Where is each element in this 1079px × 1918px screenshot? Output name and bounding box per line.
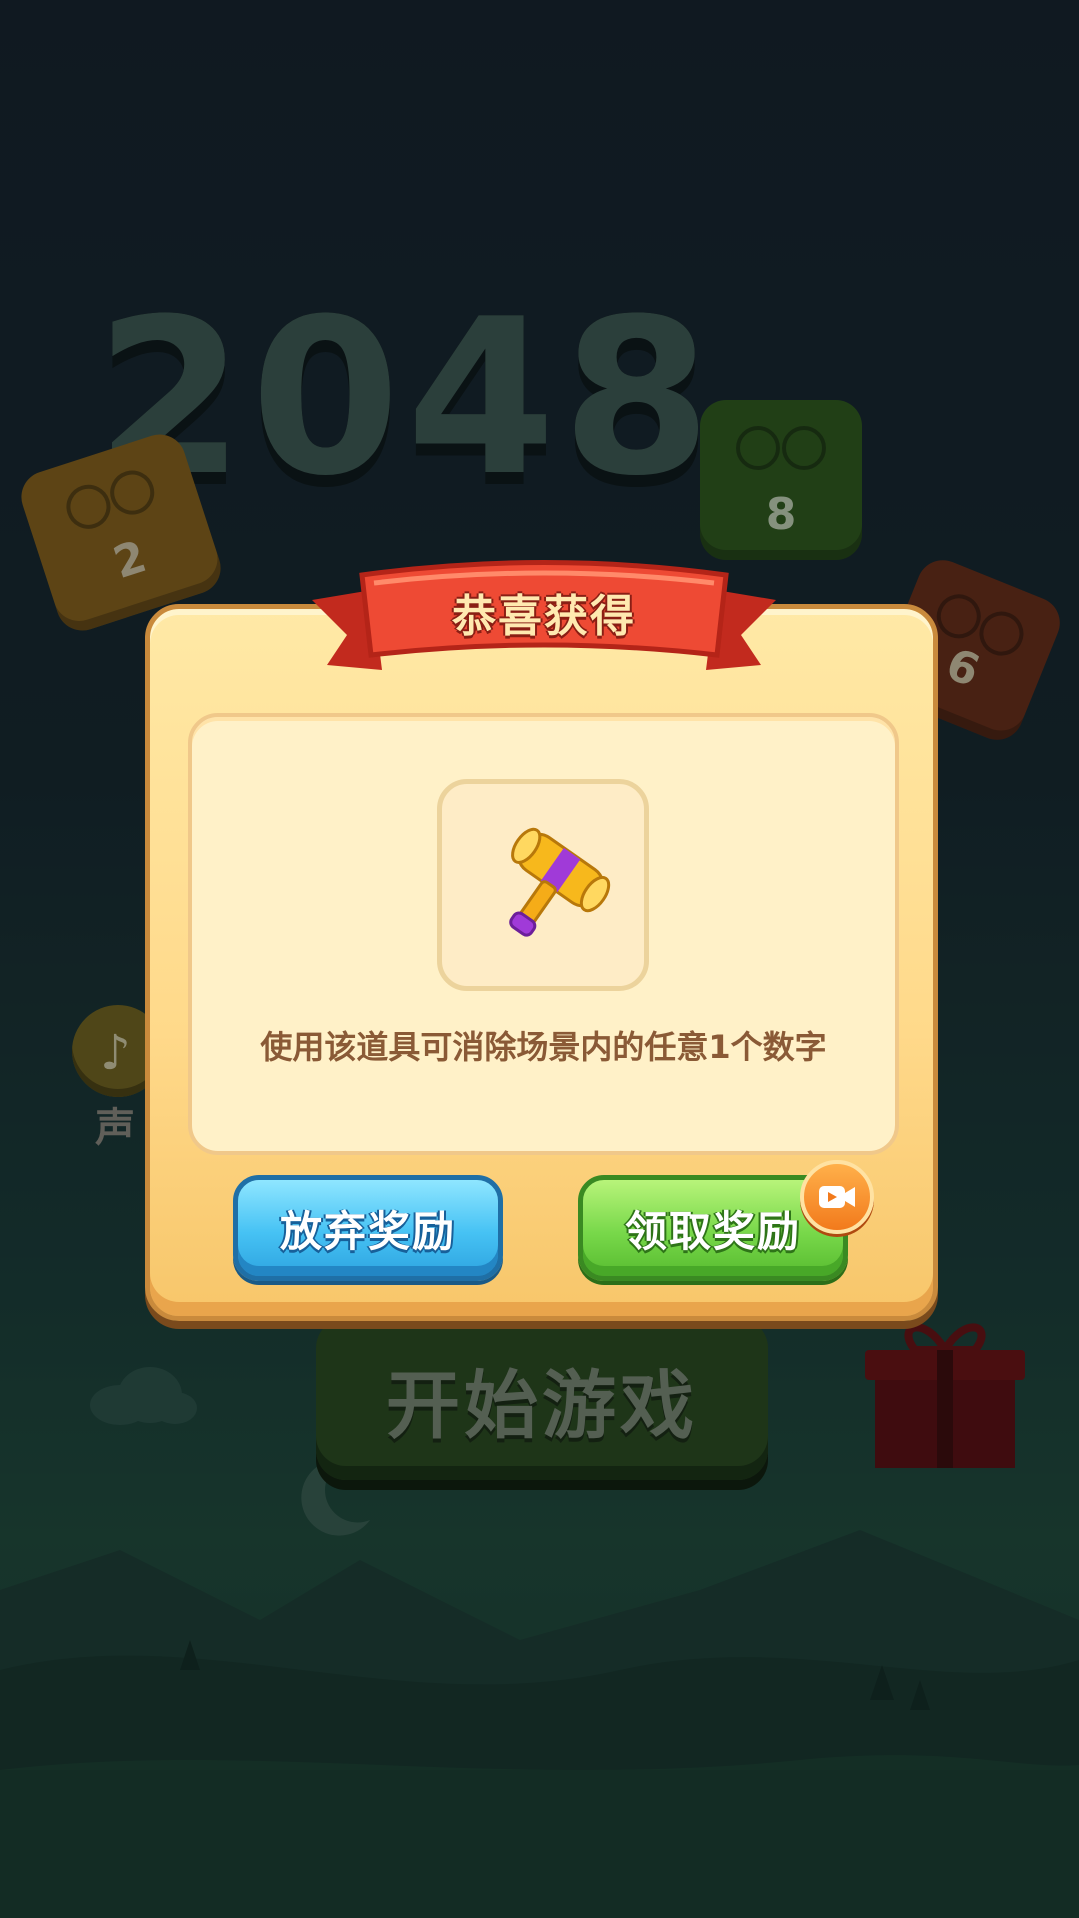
reward-content-panel: 使用该道具可消除场景内的任意1个数字 — [188, 713, 899, 1155]
item-slot — [437, 779, 649, 991]
video-camera-icon — [819, 1186, 855, 1208]
give-up-reward-button[interactable]: 放弃奖励 — [233, 1175, 503, 1281]
game-screen: 2048 2 8 6 ♪ 声 开始游戏 使用该道具可消除场景内的任意1个数字 恭… — [0, 0, 1079, 1918]
hammer-icon — [509, 827, 611, 937]
item-description: 使用该道具可消除场景内的任意1个数字 — [260, 1028, 827, 1066]
video-ad-badge — [800, 1160, 874, 1234]
dialog-title: 恭喜获得 — [452, 591, 636, 642]
